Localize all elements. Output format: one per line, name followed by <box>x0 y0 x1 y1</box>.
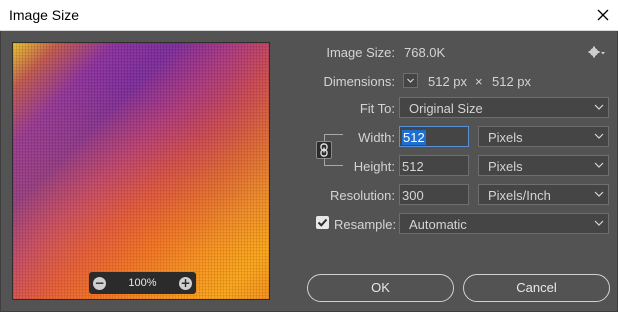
zoom-bar: − 100% + <box>89 272 196 294</box>
fit-to-value: Original Size <box>409 101 483 116</box>
dimensions-width: 512 px <box>428 74 468 89</box>
height-label: Height: <box>353 159 395 174</box>
width-input[interactable]: 512 <box>399 126 469 147</box>
title-bar: Image Size <box>0 0 618 31</box>
chevron-down-icon <box>594 133 604 139</box>
zoom-in-icon[interactable]: + <box>178 276 192 290</box>
width-label: Width: <box>358 130 395 145</box>
width-value: 512 <box>402 130 426 145</box>
resolution-label: Resolution: <box>329 188 395 203</box>
resample-value: Automatic <box>409 217 467 232</box>
image-size-value: 768.0K <box>404 45 446 60</box>
image-size-label: Image Size: <box>326 45 395 60</box>
chevron-down-icon <box>594 191 604 197</box>
height-input[interactable]: 512 <box>399 155 469 176</box>
resolution-value: 300 <box>402 188 424 203</box>
window-title: Image Size <box>9 7 80 23</box>
chevron-down-icon <box>594 220 604 226</box>
dimensions-label: Dimensions: <box>323 74 395 89</box>
resample-checkbox[interactable] <box>316 216 329 229</box>
width-unit-select[interactable]: Pixels <box>478 126 609 147</box>
chevron-down-icon <box>594 162 604 168</box>
zoom-out-icon[interactable]: − <box>93 276 106 290</box>
zoom-level: 100% <box>128 277 157 289</box>
cancel-button[interactable]: Cancel <box>463 274 610 302</box>
resample-select[interactable]: Automatic <box>399 213 609 234</box>
dimensions-times: × <box>475 74 483 89</box>
chevron-down-icon <box>407 78 414 83</box>
height-value: 512 <box>402 159 424 174</box>
ok-button[interactable]: OK <box>307 274 454 302</box>
fit-to-select[interactable]: Original Size <box>399 97 609 118</box>
gear-icon[interactable] <box>588 45 606 59</box>
close-button[interactable] <box>588 0 618 30</box>
fit-to-label: Fit To: <box>359 101 395 116</box>
chevron-down-icon <box>594 104 604 110</box>
close-icon <box>597 9 609 21</box>
link-icon <box>320 143 328 157</box>
height-unit: Pixels <box>488 159 523 174</box>
resolution-unit: Pixels/Inch <box>488 188 551 203</box>
checkmark-icon <box>317 218 328 227</box>
resolution-input[interactable]: 300 <box>399 184 469 205</box>
dimensions-unit-dropdown[interactable] <box>403 73 418 88</box>
width-unit: Pixels <box>488 130 523 145</box>
height-unit-select[interactable]: Pixels <box>478 155 609 176</box>
image-preview[interactable]: − 100% + <box>12 42 270 300</box>
dimensions-height: 512 px <box>492 74 532 89</box>
resample-label: Resample: <box>334 217 397 232</box>
resolution-unit-select[interactable]: Pixels/Inch <box>478 184 609 205</box>
